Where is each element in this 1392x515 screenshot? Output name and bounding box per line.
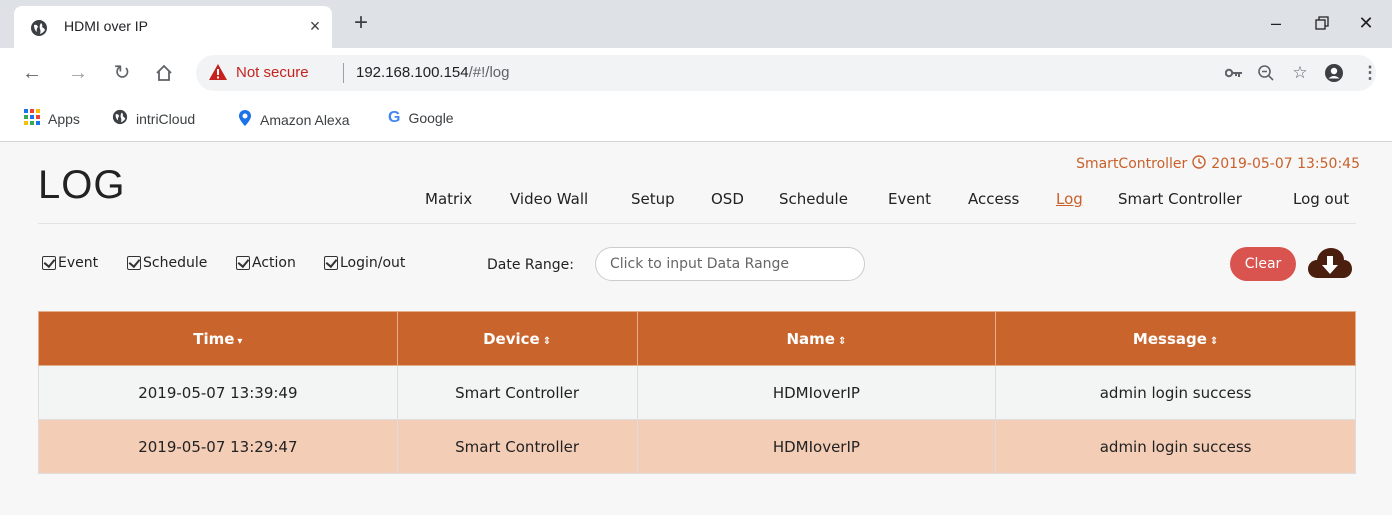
map-pin-icon <box>238 109 252 130</box>
nav-schedule[interactable]: Schedule <box>779 190 848 208</box>
checkbox-checked-icon <box>127 256 141 270</box>
nav-video-wall[interactable]: Video Wall <box>510 190 588 208</box>
bookmark-intricloud[interactable]: intriCloud <box>112 109 195 128</box>
clock-icon <box>1192 155 1206 173</box>
col-device-header[interactable]: Device ⇕ <box>396 311 638 366</box>
zoom-icon[interactable] <box>1252 59 1280 87</box>
table-row[interactable]: 2019-05-07 13:39:49 Smart Controller HDM… <box>38 365 1356 420</box>
header-divider <box>38 223 1356 224</box>
bookmark-amazon-alexa[interactable]: Amazon Alexa <box>238 109 350 130</box>
status-line: SmartController 2019-05-07 13:50:45 <box>1076 155 1360 173</box>
checkbox-checked-icon <box>236 256 250 270</box>
reload-icon[interactable]: ↻ <box>108 59 136 87</box>
checkbox-checked-icon <box>324 256 338 270</box>
cloud-download-icon[interactable] <box>1306 244 1354 289</box>
status-time: 2019-05-07 13:50:45 <box>1211 156 1360 172</box>
nav-access[interactable]: Access <box>968 190 1019 208</box>
cell-name: HDMIoverIP <box>636 365 997 420</box>
key-icon[interactable] <box>1220 59 1248 87</box>
browser-toolbar: ← → ↻ Not secure 192.168.100.154/#!/log … <box>0 48 1392 98</box>
date-range-input[interactable] <box>595 247 865 281</box>
cell-message: admin login success <box>995 419 1356 474</box>
cell-name: HDMIoverIP <box>636 419 997 474</box>
nav-smart-controller[interactable]: Smart Controller <box>1118 190 1242 208</box>
sort-icon: ⇕ <box>542 335 552 347</box>
bookmarks-bar: Apps intriCloud Amazon Alexa G Google <box>0 98 1392 142</box>
bookmark-google[interactable]: G Google <box>388 109 454 127</box>
new-tab-button[interactable]: + <box>348 10 374 36</box>
sort-icon: ⇕ <box>837 335 847 347</box>
address-bar[interactable]: Not secure 192.168.100.154/#!/log ☆ <box>196 55 1376 91</box>
profile-icon[interactable] <box>1320 59 1348 87</box>
table-row[interactable]: 2019-05-07 13:29:47 Smart Controller HDM… <box>38 419 1356 474</box>
tab-close-icon[interactable]: × <box>304 15 326 37</box>
security-label[interactable]: Not secure <box>236 64 309 81</box>
bookmark-apps[interactable]: Apps <box>24 109 80 128</box>
cell-time: 2019-05-07 13:39:49 <box>38 365 398 420</box>
nav-log-out[interactable]: Log out <box>1293 190 1349 208</box>
globe-icon <box>112 109 128 128</box>
sort-desc-icon: ▾ <box>237 335 243 347</box>
col-name-header[interactable]: Name ⇕ <box>636 311 997 366</box>
controller-name: SmartController <box>1076 156 1188 172</box>
nav-log[interactable]: Log <box>1056 190 1083 208</box>
divider <box>343 63 344 83</box>
tab-title: HDMI over IP <box>64 18 149 34</box>
forward-icon[interactable]: → <box>64 59 92 87</box>
star-icon[interactable]: ☆ <box>1286 59 1314 87</box>
cell-message: admin login success <box>995 365 1356 420</box>
nav-matrix[interactable]: Matrix <box>425 190 472 208</box>
browser-tab[interactable]: HDMI over IP × <box>14 6 332 48</box>
browser-tab-strip: HDMI over IP × + – ✕ <box>0 0 1392 48</box>
home-icon[interactable] <box>150 59 178 87</box>
filter-event-checkbox[interactable]: Event <box>42 255 98 271</box>
log-page: LOG SmartController 2019-05-07 13:50:45 … <box>0 143 1392 515</box>
filter-login-out-checkbox[interactable]: Login/out <box>324 255 405 271</box>
url-text[interactable]: 192.168.100.154/#!/log <box>356 64 510 81</box>
warning-icon <box>208 63 228 86</box>
sort-icon: ⇕ <box>1209 335 1219 347</box>
checkbox-checked-icon <box>42 256 56 270</box>
filter-action-checkbox[interactable]: Action <box>236 255 296 271</box>
globe-icon <box>30 19 48 42</box>
col-message-header[interactable]: Message ⇕ <box>995 311 1356 366</box>
nav-setup[interactable]: Setup <box>631 190 675 208</box>
page-title: LOG <box>38 163 126 207</box>
close-window-icon[interactable]: ✕ <box>1346 8 1386 38</box>
nav-osd[interactable]: OSD <box>711 190 744 208</box>
google-g-icon: G <box>388 109 401 126</box>
restore-icon[interactable] <box>1302 8 1342 38</box>
cell-device: Smart Controller <box>396 419 638 474</box>
apps-grid-icon <box>24 109 40 128</box>
clear-button[interactable]: Clear <box>1230 247 1296 281</box>
nav-event[interactable]: Event <box>888 190 931 208</box>
menu-icon[interactable]: ⋮ <box>1356 59 1384 87</box>
log-table: Time ▾ Device ⇕ Name ⇕ Message ⇕ 2019-05-07 … <box>38 311 1356 474</box>
cell-time: 2019-05-07 13:29:47 <box>38 419 398 474</box>
minimize-icon[interactable]: – <box>1256 8 1296 38</box>
date-range-label: Date Range: <box>487 257 575 273</box>
back-icon[interactable]: ← <box>18 59 46 87</box>
cell-device: Smart Controller <box>396 365 638 420</box>
col-time-header[interactable]: Time ▾ <box>38 311 398 366</box>
filter-schedule-checkbox[interactable]: Schedule <box>127 255 207 271</box>
table-header-row: Time ▾ Device ⇕ Name ⇕ Message ⇕ <box>38 311 1356 366</box>
